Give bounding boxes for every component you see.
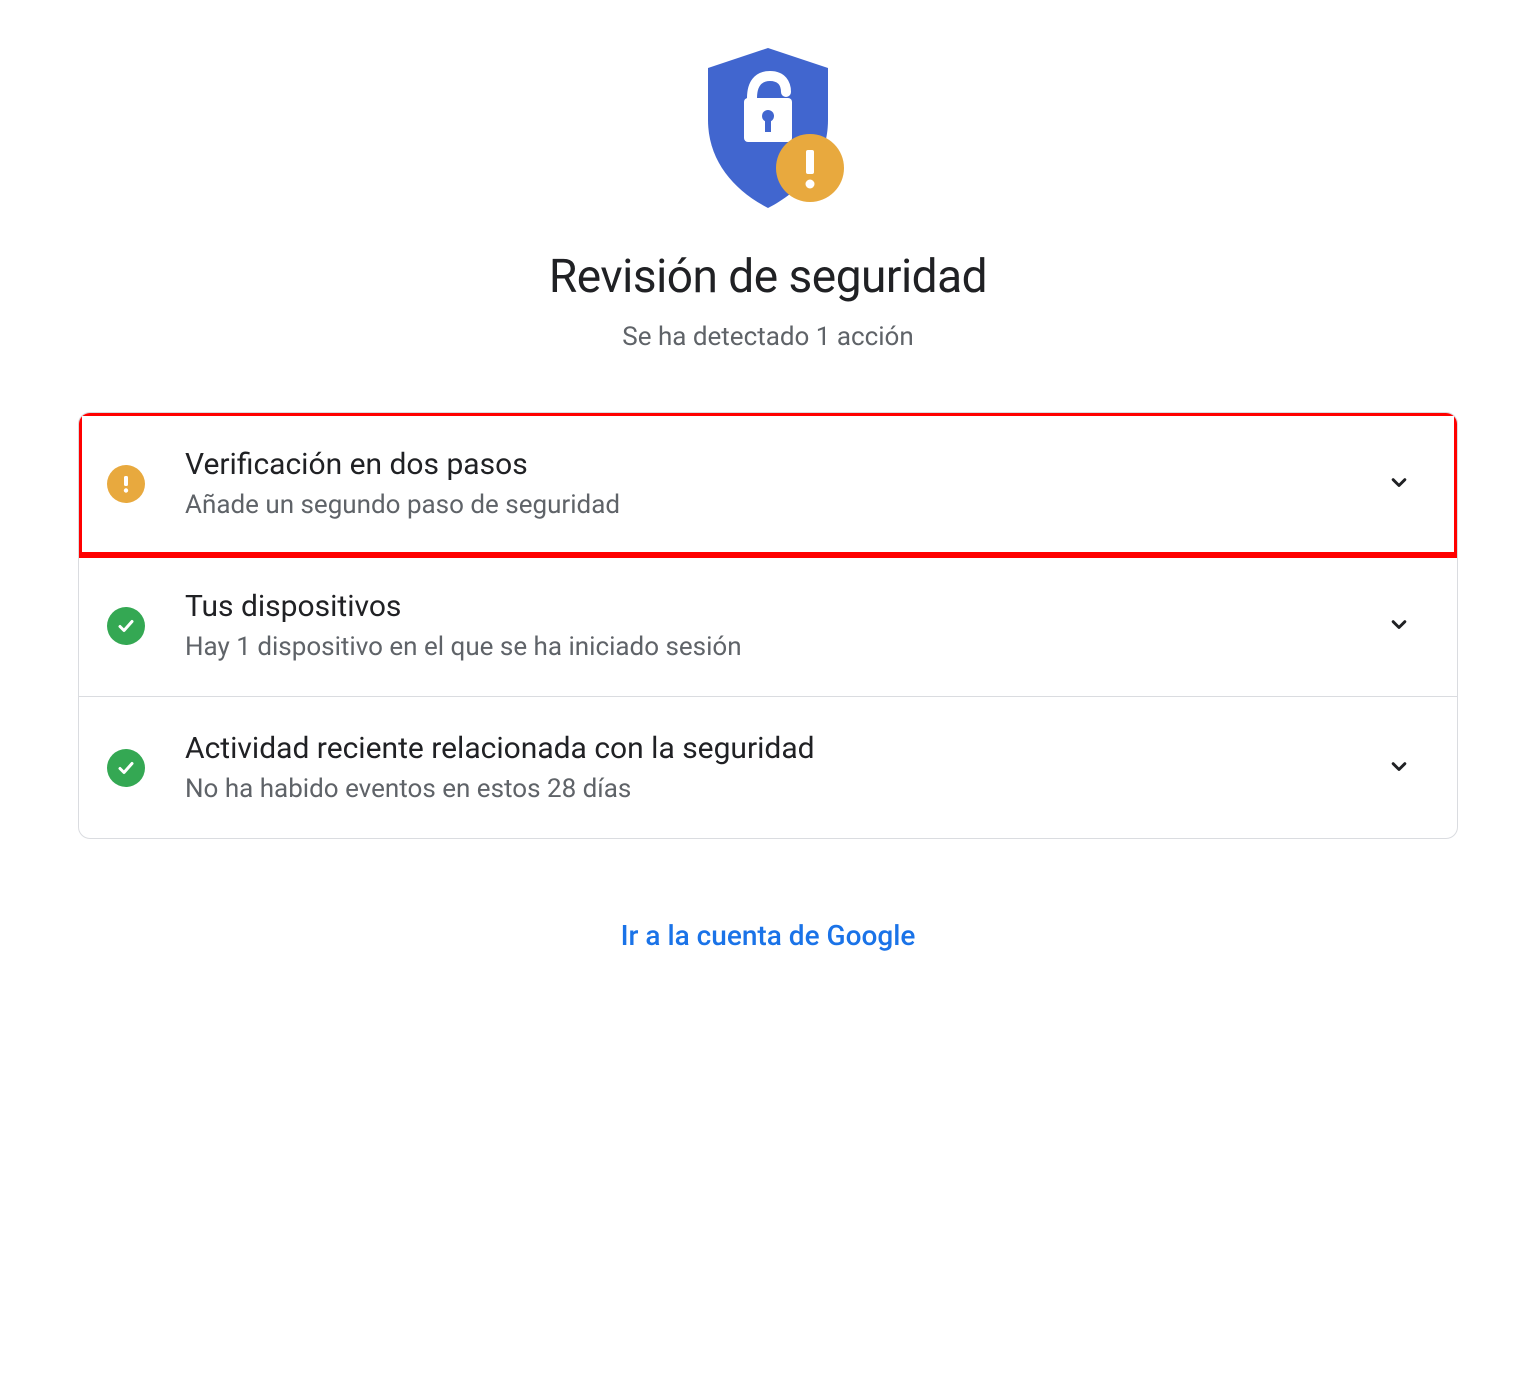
item-subtitle: Hay 1 dispositivo en el que se ha inicia…	[185, 632, 1365, 662]
security-checkup-container: Revisión de seguridad Se ha detectado 1 …	[68, 40, 1468, 1382]
page-subtitle: Se ha detectado 1 acción	[622, 322, 913, 352]
item-subtitle: No ha habido eventos en estos 28 días	[185, 774, 1365, 804]
check-status-icon	[107, 749, 145, 787]
item-title: Tus dispositivos	[185, 589, 1365, 624]
chevron-down-icon	[1385, 468, 1413, 500]
item-text: Tus dispositivos Hay 1 dispositivo en el…	[185, 589, 1365, 662]
chevron-down-icon	[1385, 752, 1413, 784]
item-text: Actividad reciente relacionada con la se…	[185, 731, 1365, 804]
item-subtitle: Añade un segundo paso de seguridad	[185, 490, 1365, 520]
item-title: Actividad reciente relacionada con la se…	[185, 731, 1365, 766]
item-recent-security-activity[interactable]: Actividad reciente relacionada con la se…	[79, 697, 1457, 838]
item-title: Verificación en dos pasos	[185, 447, 1365, 482]
go-to-google-account-link[interactable]: Ir a la cuenta de Google	[621, 919, 916, 952]
page-title: Revisión de seguridad	[549, 250, 987, 304]
check-status-icon	[107, 607, 145, 645]
chevron-down-icon	[1385, 610, 1413, 642]
shield-lock-warning-icon	[678, 40, 858, 220]
item-your-devices[interactable]: Tus dispositivos Hay 1 dispositivo en el…	[79, 555, 1457, 697]
item-text: Verificación en dos pasos Añade un segun…	[185, 447, 1365, 520]
item-two-step-verification[interactable]: Verificación en dos pasos Añade un segun…	[79, 413, 1457, 555]
security-items-card: Verificación en dos pasos Añade un segun…	[78, 412, 1458, 839]
warning-status-icon	[107, 465, 145, 503]
